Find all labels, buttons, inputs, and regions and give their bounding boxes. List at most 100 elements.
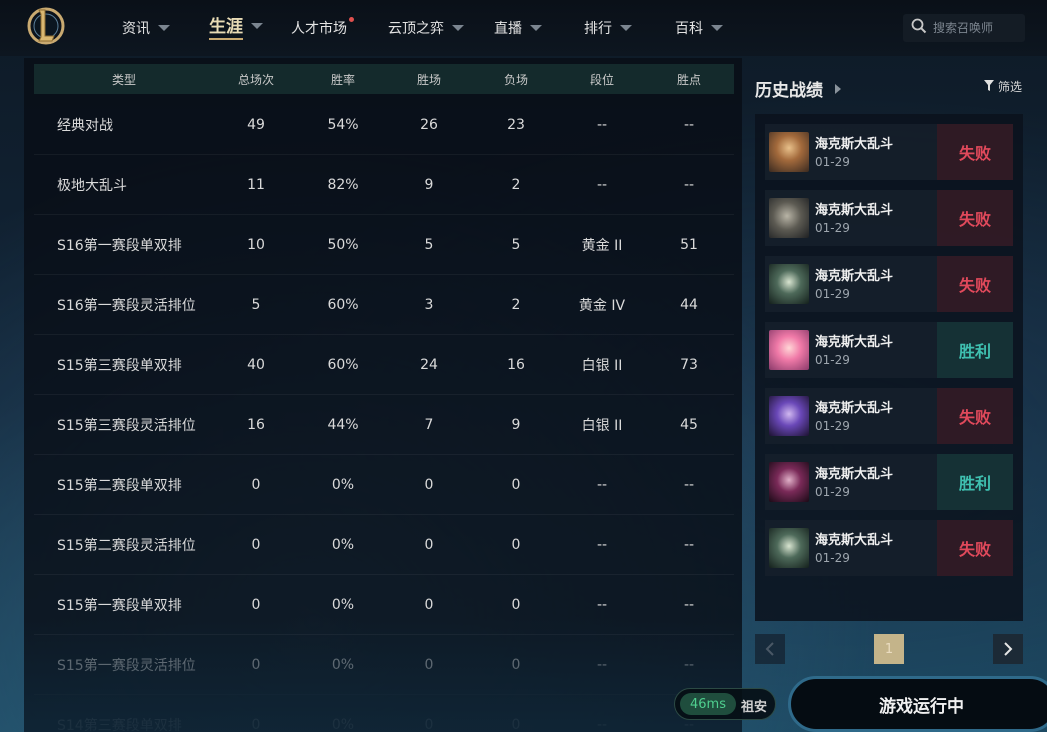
- losses-cell: 0: [511, 656, 521, 673]
- match-date: 01-29: [815, 485, 850, 499]
- total-games-cell: 0: [251, 656, 261, 673]
- match-mode: 海克斯大乱斗: [815, 203, 894, 218]
- column-header-total: 总场次: [237, 72, 274, 87]
- server-status-pill[interactable]: 46ms 祖安: [674, 688, 776, 720]
- lp-cell: 51: [680, 236, 698, 253]
- match-item[interactable]: 海克斯大乱斗 01-29 失败: [765, 190, 1013, 246]
- table-row: S15第三赛段单双排 40 60% 24 16 白银 II 73: [34, 335, 734, 395]
- column-header-winrate: 胜率: [330, 72, 355, 87]
- lp-cell: --: [683, 176, 695, 193]
- wins-cell: 0: [424, 656, 434, 673]
- champion-portrait-icon: [769, 264, 809, 304]
- losses-cell: 5: [511, 236, 521, 253]
- chevron-down-icon: [711, 25, 723, 31]
- next-page-button[interactable]: [993, 634, 1023, 664]
- match-history-list: 海克斯大乱斗 01-29 失败 海克斯大乱斗 01-29 失败 海克斯大乱斗 0…: [755, 114, 1023, 621]
- queue-type-cell: S14第三赛段单双排: [57, 717, 182, 732]
- winrate-cell: 0%: [331, 536, 355, 553]
- match-item[interactable]: 海克斯大乱斗 01-29 失败: [765, 256, 1013, 312]
- nav-item-tft[interactable]: 云顶之弈: [388, 17, 464, 39]
- ping-value: 46ms: [680, 693, 736, 715]
- match-item[interactable]: 海克斯大乱斗 01-29 失败: [765, 520, 1013, 576]
- losses-cell: 16: [507, 356, 525, 373]
- match-item[interactable]: 海克斯大乱斗 01-29 失败: [765, 124, 1013, 180]
- column-header-wins: 胜场: [416, 72, 441, 87]
- losses-cell: 0: [511, 536, 521, 553]
- server-region: 祖安: [741, 700, 768, 715]
- nav-item-career[interactable]: 生涯: [209, 12, 263, 40]
- lp-cell: --: [683, 536, 695, 553]
- champion-portrait-icon: [769, 396, 809, 436]
- match-mode: 海克斯大乱斗: [815, 467, 894, 482]
- nav-item-news[interactable]: 资讯: [122, 17, 170, 39]
- nav-label: 资讯: [122, 21, 150, 37]
- wins-cell: 9: [424, 176, 434, 193]
- table-row: S15第三赛段灵活排位 16 44% 7 9 白银 II 45: [34, 395, 734, 455]
- winrate-cell: 60%: [327, 296, 359, 313]
- league-logo-icon[interactable]: [26, 4, 66, 48]
- rank-cell: --: [596, 536, 608, 553]
- losses-cell: 0: [511, 476, 521, 493]
- losses-cell: 2: [511, 176, 521, 193]
- nav-item-wiki[interactable]: 百科: [675, 17, 723, 39]
- notification-dot-icon: [349, 17, 354, 22]
- losses-cell: 9: [511, 416, 521, 433]
- winrate-cell: 60%: [327, 356, 359, 373]
- table-header: 类型 总场次 胜率 胜场 负场 段位 胜点: [34, 64, 734, 94]
- lp-cell: 45: [680, 416, 698, 433]
- total-games-cell: 0: [251, 596, 261, 613]
- match-result-badge: 胜利: [937, 322, 1013, 378]
- nav-item-live[interactable]: 直播: [494, 17, 542, 39]
- queue-type-cell: S15第三赛段灵活排位: [57, 417, 196, 434]
- column-header-losses: 负场: [503, 72, 528, 87]
- match-result-badge: 失败: [937, 124, 1013, 180]
- filter-button[interactable]: 筛选: [984, 78, 1022, 95]
- lp-cell: --: [683, 476, 695, 493]
- match-mode: 海克斯大乱斗: [815, 335, 894, 350]
- match-mode: 海克斯大乱斗: [815, 269, 894, 284]
- champion-portrait-icon: [769, 198, 809, 238]
- wins-cell: 0: [424, 476, 434, 493]
- previous-page-button[interactable]: [755, 634, 785, 664]
- rank-cell: --: [596, 596, 608, 613]
- winrate-cell: 0%: [331, 596, 355, 613]
- game-running-button[interactable]: 游戏运行中: [788, 676, 1047, 732]
- chevron-right-icon: [835, 83, 841, 94]
- chevron-down-icon: [620, 25, 632, 31]
- wins-cell: 24: [420, 356, 438, 373]
- nav-item-ranking[interactable]: 排行: [584, 17, 632, 39]
- total-games-cell: 40: [247, 356, 265, 373]
- table-row: S15第二赛段灵活排位 0 0% 0 0 -- --: [34, 515, 734, 575]
- queue-type-cell: S15第一赛段单双排: [57, 597, 182, 614]
- summoner-search[interactable]: [903, 14, 1025, 42]
- match-history-title[interactable]: 历史战绩: [755, 76, 841, 101]
- search-input[interactable]: [933, 21, 1021, 35]
- match-mode: 海克斯大乱斗: [815, 533, 894, 548]
- nav-label: 云顶之弈: [388, 21, 444, 37]
- rank-cell: --: [596, 716, 608, 732]
- match-item[interactable]: 海克斯大乱斗 01-29 胜利: [765, 322, 1013, 378]
- table-row: S15第一赛段单双排 0 0% 0 0 -- --: [34, 575, 734, 635]
- match-mode: 海克斯大乱斗: [815, 137, 894, 152]
- match-history-heading: 历史战绩: [755, 81, 823, 101]
- nav-label: 直播: [494, 21, 522, 37]
- wins-cell: 5: [424, 236, 434, 253]
- match-item[interactable]: 海克斯大乱斗 01-29 失败: [765, 388, 1013, 444]
- page-number-button[interactable]: 1: [874, 634, 904, 664]
- table-row: S16第一赛段单双排 10 50% 5 5 黄金 II 51: [34, 215, 734, 275]
- rank-cell: --: [596, 176, 608, 193]
- match-result-badge: 失败: [937, 520, 1013, 576]
- queue-type-cell: 极地大乱斗: [57, 177, 127, 194]
- lp-cell: --: [683, 656, 695, 673]
- total-games-cell: 11: [247, 176, 265, 193]
- nav-label: 生涯: [209, 12, 243, 40]
- ranked-stats-table: 类型 总场次 胜率 胜场 负场 段位 胜点 经典对战 49 54% 26 23 …: [24, 58, 742, 732]
- table-row: S14第三赛段单双排 0 0% 0 0 -- --: [34, 695, 734, 732]
- match-result-badge: 胜利: [937, 454, 1013, 510]
- match-item[interactable]: 海克斯大乱斗 01-29 胜利: [765, 454, 1013, 510]
- chevron-left-icon: [765, 642, 774, 656]
- column-header-lp: 胜点: [676, 72, 701, 87]
- nav-item-talent-market[interactable]: 人才市场: [291, 17, 354, 39]
- winrate-cell: 0%: [331, 476, 355, 493]
- queue-type-cell: S15第三赛段单双排: [57, 357, 182, 374]
